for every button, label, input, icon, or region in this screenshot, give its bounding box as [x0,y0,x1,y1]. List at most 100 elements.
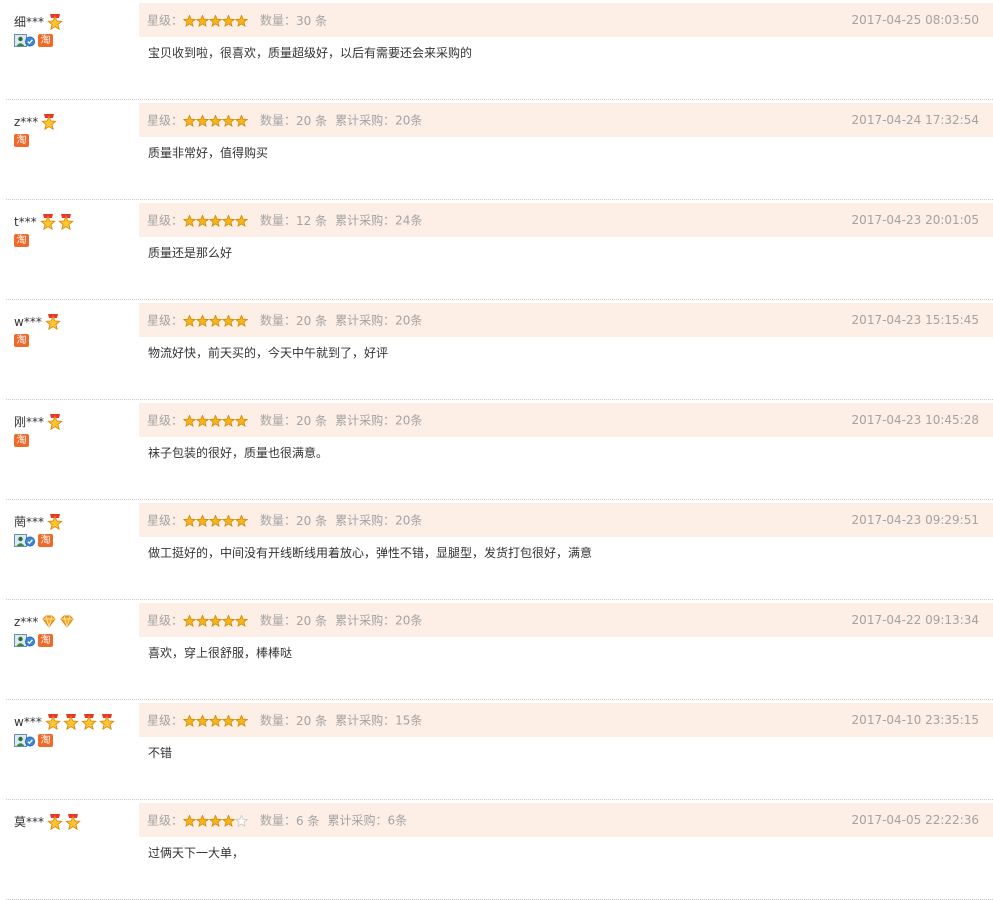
level-star-icon [39,214,56,230]
review-date: 2017-04-25 08:03:50 [851,13,979,27]
level-star-icon [41,114,58,130]
tao-icon[interactable]: 淘 [38,634,53,647]
rating-star-filled-icon [222,615,236,627]
rating-star-filled-icon [235,515,249,527]
tao-icon[interactable]: 淘 [38,534,53,547]
rating-label: 星级： [147,413,184,428]
tao-icon[interactable]: 淘 [14,334,29,347]
quantity-label: 数量： [260,813,297,828]
quantity-label: 数量： [260,713,297,728]
cumulative-value: 24条 [395,213,423,228]
rating-star-filled-icon [222,715,236,727]
rating-star-filled-icon [235,215,249,227]
rating-label: 星级： [147,313,184,328]
review-item: 细*** 淘 星级：数量：30 条累计采购： 2017-04-25 08:03:… [0,0,993,100]
reviewer-badges: 淘 [14,133,134,149]
cumulative-label: 累计采购： [335,613,396,628]
level-star-icon [47,14,63,30]
cumulative-label: 累计采购： [335,313,396,328]
rating-star-filled-icon [196,515,210,527]
rating-star-filled-icon [209,315,223,327]
tao-icon[interactable]: 淘 [14,134,29,147]
cumulative-value: 20条 [395,513,423,528]
reviewer-name[interactable]: w*** [14,714,42,730]
review-header: 星级： 数量：20 条累计采购：20条 2017-04-22 09:13:34 [139,603,993,637]
reviewer-name[interactable]: 莫*** [14,814,44,830]
rating-star-filled-icon [222,415,236,427]
reviewer-level [45,714,117,730]
rating-star-filled-icon [222,515,236,527]
cumulative-label: 累计采购： [327,813,388,828]
cumulative-value: 20条 [395,113,423,128]
rating-star-filled-icon [183,515,197,527]
review-date: 2017-04-10 23:35:15 [851,713,979,727]
level-diamond-icon [42,615,56,628]
rating-star-filled-icon [183,115,197,127]
rating-star-filled-icon [235,15,249,27]
review-list: 细*** 淘 星级： 数量： 30 条累计采购： 2017-04-25 08:03:… [0,0,993,900]
review-date: 2017-04-24 17:32:54 [851,113,979,127]
reviewer-info: t*** 淘 [14,214,134,249]
level-star-icon [57,214,74,230]
rating-star-filled-icon [196,815,210,827]
review-date: 2017-04-23 09:29:51 [851,513,979,527]
reviewer-name[interactable]: t*** [14,214,37,230]
rating-star-filled-icon [183,815,197,827]
reviewer-info: z*** 淘 [14,614,134,649]
level-star-icon [45,314,61,330]
tao-icon[interactable]: 淘 [14,234,29,247]
level-star-icon [47,814,63,830]
rating-star-filled-icon [183,215,197,227]
rating-star-filled-icon [183,315,197,327]
cumulative-purchase: 累计采购：24条 [335,213,423,228]
review-date: 2017-04-23 20:01:05 [851,213,979,227]
level-star-icon [65,814,81,830]
quantity-value: 30 条 [296,13,328,28]
review-header: 星级： 数量：20 条累计采购：20条 2017-04-23 09:29:51 [139,503,993,537]
reviewer-info: 刚*** 淘 [14,414,134,449]
rating-star-filled-icon [196,15,210,27]
rating-label: 星级： [147,713,184,728]
review-item: w*** 淘 星级： 数量：20 条累计采购：15条 2017-04-10 23:… [0,700,993,800]
review-header: 星级： 数量：20 条累计采购：20条 2017-04-24 17:32:54 [139,103,993,137]
tao-icon[interactable]: 淘 [38,734,53,747]
rating-stars [183,214,249,228]
verified-member-icon [14,634,35,647]
cumulative-purchase: 累计采购：15条 [335,713,422,728]
reviewer-name[interactable]: w*** [14,314,42,330]
level-diamond-icon [60,615,74,628]
rating-star-filled-icon [209,615,223,627]
review-text: 喜欢，穿上很舒服，棒棒哒 [148,646,293,660]
reviewer-level [47,414,65,430]
rating-star-filled-icon [209,515,223,527]
tao-icon[interactable]: 淘 [38,34,53,47]
reviewer-info: 细*** 淘 [14,14,134,49]
reviewer-level [45,314,63,330]
reviewer-name[interactable]: z*** [14,614,38,630]
reviewer-name[interactable]: 菵*** [14,514,44,530]
rating-stars [183,414,249,428]
rating-label: 星级： [147,813,184,828]
cumulative-label: 累计采购： [335,713,396,728]
rating-star-filled-icon [209,115,223,127]
rating-star-filled-icon [196,315,210,327]
level-star-icon [47,414,63,430]
rating-star-filled-icon [196,615,210,627]
reviewer-badges: 淘 [14,533,134,549]
rating-star-filled-icon [196,215,210,227]
reviewer-name[interactable]: z*** [14,114,38,130]
quantity-value: 20 条 [296,613,328,628]
tao-icon[interactable]: 淘 [14,434,29,447]
rating-star-filled-icon [235,415,249,427]
level-star-icon [63,714,79,730]
review-item: z*** 淘 星级： 数量：20 条累计采购：20条 2017-04-22 09:… [0,600,993,700]
rating-label: 星级： [147,213,184,228]
reviewer-info: w*** 淘 [14,714,134,749]
quantity-label: 数量： [260,413,297,428]
reviewer-name[interactable]: 细*** [14,14,44,30]
reviewer-name[interactable]: 刚*** [14,414,44,430]
review-text: 质量非常好，值得购买 [148,146,269,160]
review-text: 过俩天下一大单， [148,846,245,860]
rating-star-filled-icon [235,615,249,627]
rating-star-filled-icon [235,315,249,327]
